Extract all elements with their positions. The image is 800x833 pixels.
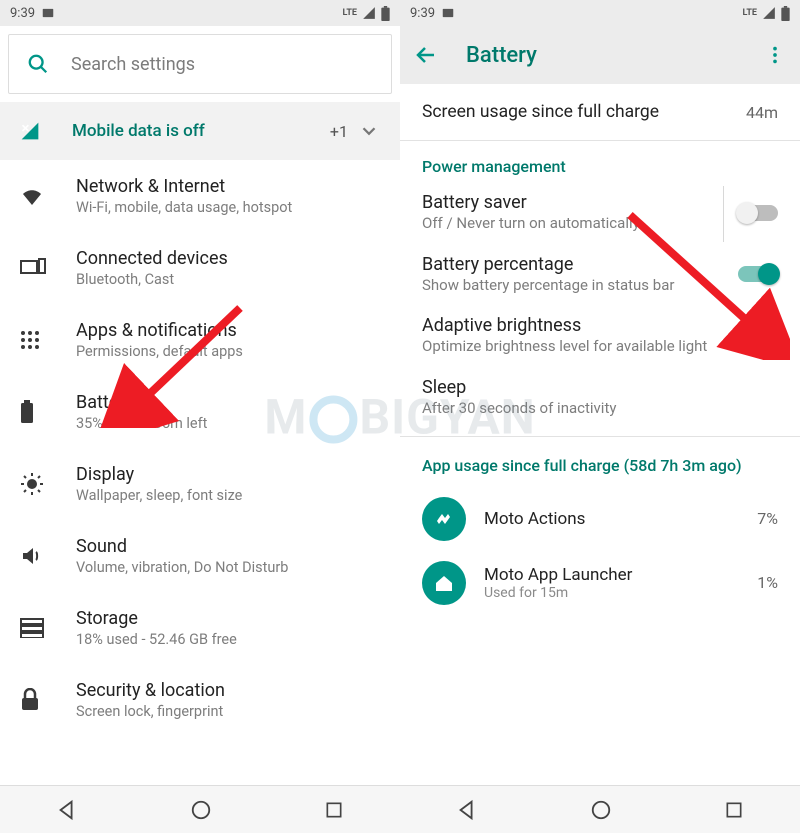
signal-icon xyxy=(361,6,377,20)
item-title: Sound xyxy=(76,536,380,557)
adaptive-brightness-toggle[interactable] xyxy=(738,328,778,344)
search-icon xyxy=(27,53,49,75)
app-usage-row-moto-actions[interactable]: Moto Actions 7% xyxy=(400,487,800,551)
row-title: Battery saver xyxy=(422,192,722,213)
screenshot-pair: 9:39 LTE Search settings Mobile data is … xyxy=(0,0,800,833)
battery-icon xyxy=(20,400,34,424)
app-usage-row-moto-launcher[interactable]: Moto App Launcher Used for 15m 1% xyxy=(400,551,800,607)
row-sub: Off / Never turn on automatically xyxy=(422,214,722,234)
lock-icon xyxy=(20,688,40,712)
app-percent: 7% xyxy=(757,509,778,528)
apps-icon xyxy=(20,330,40,350)
battery-saver-row[interactable]: Battery saver Off / Never turn on automa… xyxy=(400,182,800,244)
item-sub: Screen lock, fingerprint xyxy=(76,703,380,720)
nav-recent-icon[interactable] xyxy=(324,800,344,820)
wifi-icon xyxy=(20,184,44,208)
chevron-down-icon[interactable] xyxy=(358,120,380,142)
nav-recent-icon[interactable] xyxy=(724,800,744,820)
app-percent: 1% xyxy=(757,573,778,592)
battery-icon xyxy=(381,6,390,21)
status-bar: 9:39 LTE xyxy=(0,0,400,26)
item-sub: Permissions, default apps xyxy=(76,343,380,360)
banner-label: Mobile data is off xyxy=(72,121,330,141)
signal-icon xyxy=(761,6,777,20)
back-arrow-icon[interactable] xyxy=(414,43,438,67)
mobile-data-banner[interactable]: Mobile data is off +1 xyxy=(0,102,400,160)
brightness-icon xyxy=(20,472,44,496)
nav-bar xyxy=(400,785,800,833)
settings-item-apps[interactable]: Apps & notifications Permissions, defaul… xyxy=(0,304,400,376)
adaptive-brightness-row[interactable]: Adaptive brightness Optimize brightness … xyxy=(400,305,800,367)
status-lte-icon: LTE xyxy=(742,8,757,18)
nav-home-icon[interactable] xyxy=(590,799,612,821)
battery-percentage-row[interactable]: Battery percentage Show battery percenta… xyxy=(400,244,800,306)
item-title: Connected devices xyxy=(76,248,380,269)
divider-vertical xyxy=(723,186,724,242)
battery-saver-toggle[interactable] xyxy=(738,205,778,221)
nav-home-icon[interactable] xyxy=(190,799,212,821)
settings-item-sound[interactable]: Sound Volume, vibration, Do Not Disturb xyxy=(0,520,400,592)
status-time: 9:39 xyxy=(410,6,435,21)
watermark: M BIGYAN xyxy=(264,388,535,445)
item-title: Network & Internet xyxy=(76,176,380,197)
watermark-prefix: M xyxy=(264,388,307,445)
devices-icon xyxy=(20,258,46,278)
status-bar: 9:39 LTE xyxy=(400,0,800,26)
settings-item-security[interactable]: Security & location Screen lock, fingerp… xyxy=(0,664,400,724)
item-sub: Bluetooth, Cast xyxy=(76,271,380,288)
app-bar: Battery xyxy=(400,26,800,84)
watermark-suffix: BIGYAN xyxy=(359,388,535,445)
search-settings[interactable]: Search settings xyxy=(8,34,392,94)
overflow-menu-icon[interactable] xyxy=(764,44,786,66)
appbar-title: Battery xyxy=(466,43,764,68)
status-notification-icon xyxy=(441,6,455,20)
banner-extra-count: +1 xyxy=(330,122,348,141)
storage-icon xyxy=(20,618,44,638)
settings-item-network[interactable]: Network & Internet Wi-Fi, mobile, data u… xyxy=(0,160,400,232)
item-title: Display xyxy=(76,464,380,485)
settings-item-connected-devices[interactable]: Connected devices Bluetooth, Cast xyxy=(0,232,400,304)
item-sub: 18% used - 52.46 GB free xyxy=(76,631,380,648)
status-lte-icon: LTE xyxy=(342,8,357,18)
signal-off-icon xyxy=(20,121,40,141)
status-time: 9:39 xyxy=(10,6,35,21)
screen-usage-value: 44m xyxy=(746,103,778,122)
status-notification-icon xyxy=(41,6,55,20)
app-icon xyxy=(422,561,466,605)
section-power-management: Power management xyxy=(400,141,800,182)
item-sub: Wallpaper, sleep, font size xyxy=(76,487,380,504)
battery-percentage-toggle[interactable] xyxy=(738,266,778,282)
item-sub: Wi-Fi, mobile, data usage, hotspot xyxy=(76,199,380,216)
screen-usage-row[interactable]: Screen usage since full charge 44m xyxy=(400,84,800,140)
item-title: Apps & notifications xyxy=(76,320,380,341)
row-title: Battery percentage xyxy=(422,254,722,275)
app-sub: Used for 15m xyxy=(484,585,757,601)
screen-usage-label: Screen usage since full charge xyxy=(422,102,659,122)
item-title: Storage xyxy=(76,608,380,629)
battery-icon xyxy=(781,6,790,21)
app-title: Moto Actions xyxy=(484,509,757,529)
sound-icon xyxy=(20,544,44,568)
row-sub: Optimize brightness level for available … xyxy=(422,337,722,357)
nav-back-icon[interactable] xyxy=(56,799,78,821)
app-title: Moto App Launcher xyxy=(484,565,757,585)
nav-bar xyxy=(0,785,400,833)
nav-back-icon[interactable] xyxy=(456,799,478,821)
settings-item-storage[interactable]: Storage 18% used - 52.46 GB free xyxy=(0,592,400,664)
row-sub: Show battery percentage in status bar xyxy=(422,276,722,296)
item-sub: Volume, vibration, Do Not Disturb xyxy=(76,559,380,576)
item-title: Security & location xyxy=(76,680,380,701)
settings-item-display[interactable]: Display Wallpaper, sleep, font size xyxy=(0,448,400,520)
app-icon xyxy=(422,497,466,541)
watermark-o-icon xyxy=(309,396,357,444)
search-placeholder: Search settings xyxy=(71,54,195,75)
row-title: Adaptive brightness xyxy=(422,315,722,336)
